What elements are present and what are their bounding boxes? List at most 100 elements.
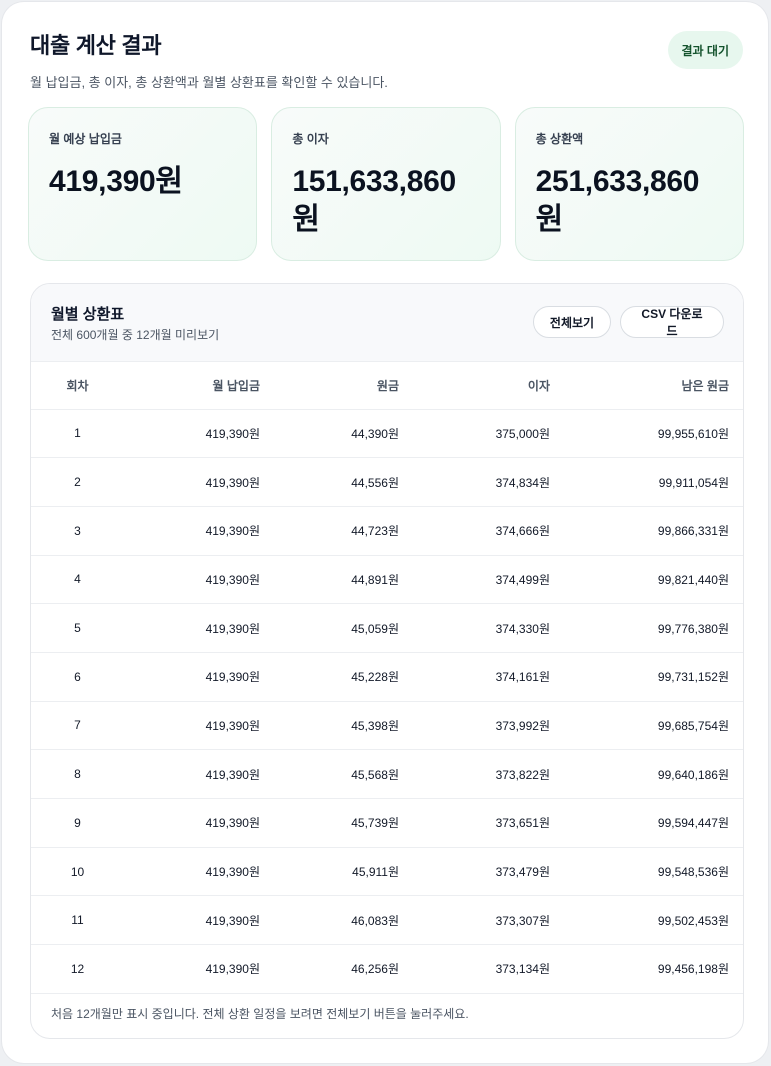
cell-interest: 374,330원 bbox=[399, 603, 550, 653]
cell-principal: 46,083원 bbox=[260, 895, 399, 946]
schedule-header: 월별 상환표 전체 600개월 중 12개월 미리보기 전체보기 CSV 다운로… bbox=[31, 284, 743, 362]
cell-remaining: 99,911,054원 bbox=[550, 457, 743, 507]
cell-installment: 10 bbox=[31, 847, 124, 897]
table-row: 4 419,390원 44,891원 374,499원 99,821,440원 bbox=[31, 555, 743, 605]
column-header-principal: 원금 bbox=[260, 362, 399, 410]
schedule-title: 월별 상환표 bbox=[51, 306, 125, 323]
cell-interest: 373,134원 bbox=[399, 944, 550, 994]
cell-installment: 7 bbox=[31, 701, 124, 751]
cell-remaining: 99,548,536원 bbox=[550, 847, 743, 897]
table-row: 9 419,390원 45,739원 373,651원 99,594,447원 bbox=[31, 798, 743, 848]
cell-installment: 2 bbox=[31, 457, 124, 507]
view-all-button[interactable]: 전체보기 bbox=[533, 306, 611, 338]
cell-installment: 5 bbox=[31, 603, 124, 653]
cell-installment: 3 bbox=[31, 506, 124, 556]
cell-remaining: 99,776,380원 bbox=[550, 603, 743, 653]
cell-payment: 419,390원 bbox=[124, 895, 260, 946]
result-card: 대출 계산 결과 월 납입금, 총 이자, 총 상환액과 월별 상환표를 확인할… bbox=[2, 2, 768, 1063]
column-header-installment: 회차 bbox=[31, 362, 124, 410]
cell-principal: 44,390원 bbox=[260, 409, 399, 459]
cell-installment: 9 bbox=[31, 798, 124, 848]
column-header-interest: 이자 bbox=[399, 362, 550, 410]
cell-interest: 373,822원 bbox=[399, 749, 550, 799]
summary-label: 총 이자 bbox=[292, 132, 329, 146]
cell-interest: 374,666원 bbox=[399, 506, 550, 556]
table-row: 6 419,390원 45,228원 374,161원 99,731,152원 bbox=[31, 652, 743, 702]
cell-principal: 45,228원 bbox=[260, 652, 399, 702]
summary-value: 251,633,860원 bbox=[535, 165, 700, 236]
cell-installment: 8 bbox=[31, 749, 124, 799]
cell-interest: 374,161원 bbox=[399, 652, 550, 702]
cell-installment: 11 bbox=[31, 895, 124, 946]
cell-interest: 373,479원 bbox=[399, 847, 550, 897]
cell-remaining: 99,685,754원 bbox=[550, 701, 743, 751]
cell-payment: 419,390원 bbox=[124, 506, 260, 556]
cell-interest: 373,992원 bbox=[399, 701, 550, 751]
cell-payment: 419,390원 bbox=[124, 409, 260, 459]
table-row: 2 419,390원 44,556원 374,834원 99,911,054원 bbox=[31, 457, 743, 507]
cell-remaining: 99,594,447원 bbox=[550, 798, 743, 848]
cell-payment: 419,390원 bbox=[124, 847, 260, 897]
cell-principal: 46,256원 bbox=[260, 944, 399, 994]
cell-interest: 373,651원 bbox=[399, 798, 550, 848]
cell-principal: 44,723원 bbox=[260, 506, 399, 556]
table-row: 3 419,390원 44,723원 374,666원 99,866,331원 bbox=[31, 506, 743, 556]
cell-installment: 6 bbox=[31, 652, 124, 702]
cell-remaining: 99,866,331원 bbox=[550, 506, 743, 556]
csv-download-button[interactable]: CSV 다운로드 bbox=[620, 306, 724, 338]
cell-remaining: 99,821,440원 bbox=[550, 555, 743, 605]
cell-remaining: 99,731,152원 bbox=[550, 652, 743, 702]
cell-principal: 44,891원 bbox=[260, 555, 399, 605]
cell-installment: 4 bbox=[31, 555, 124, 605]
cell-payment: 419,390원 bbox=[124, 944, 260, 994]
cell-payment: 419,390원 bbox=[124, 457, 260, 507]
page-title: 대출 계산 결과 bbox=[30, 33, 162, 58]
cell-payment: 419,390원 bbox=[124, 652, 260, 702]
cell-installment: 1 bbox=[31, 409, 124, 459]
summary-label: 총 상환액 bbox=[535, 132, 584, 146]
summary-card-total-repayment: 총 상환액 251,633,860원 bbox=[514, 107, 744, 261]
cell-interest: 375,000원 bbox=[399, 409, 550, 459]
page-subtitle: 월 납입금, 총 이자, 총 상환액과 월별 상환표를 확인할 수 있습니다. bbox=[30, 75, 388, 90]
table-row: 5 419,390원 45,059원 374,330원 99,776,380원 bbox=[31, 603, 743, 653]
table-row: 1 419,390원 44,390원 375,000원 99,955,610원 bbox=[31, 409, 743, 459]
table-row: 10 419,390원 45,911원 373,479원 99,548,536원 bbox=[31, 847, 743, 897]
table-header-row: 회차 월 납입금 원금 이자 남은 원금 bbox=[31, 362, 743, 410]
schedule-panel: 월별 상환표 전체 600개월 중 12개월 미리보기 전체보기 CSV 다운로… bbox=[30, 283, 744, 1039]
cell-interest: 374,499원 bbox=[399, 555, 550, 605]
cell-principal: 45,059원 bbox=[260, 603, 399, 653]
summary-card-monthly-payment: 월 예상 납입금 419,390원 bbox=[28, 107, 258, 261]
table-row: 12 419,390원 46,256원 373,134원 99,456,198원 bbox=[31, 944, 743, 994]
schedule-subtitle: 전체 600개월 중 12개월 미리보기 bbox=[51, 328, 220, 342]
cell-principal: 45,568원 bbox=[260, 749, 399, 799]
column-header-payment: 월 납입금 bbox=[124, 362, 260, 410]
status-badge: 결과 대기 bbox=[667, 31, 743, 69]
cell-payment: 419,390원 bbox=[124, 798, 260, 848]
summary-value: 151,633,860원 bbox=[292, 165, 456, 236]
summary-card-total-interest: 총 이자 151,633,860원 bbox=[271, 107, 501, 261]
table-row: 8 419,390원 45,568원 373,822원 99,640,186원 bbox=[31, 749, 743, 799]
cell-remaining: 99,640,186원 bbox=[550, 749, 743, 799]
column-header-remaining: 남은 원금 bbox=[550, 362, 743, 410]
cell-payment: 419,390원 bbox=[124, 603, 260, 653]
cell-remaining: 99,955,610원 bbox=[550, 409, 743, 459]
cell-principal: 45,398원 bbox=[260, 701, 399, 751]
summary-value: 419,390원 bbox=[49, 165, 183, 198]
schedule-table-body: 1 419,390원 44,390원 375,000원 99,955,610원 2 419,… bbox=[31, 409, 743, 994]
summary-label: 월 예상 납입금 bbox=[49, 132, 122, 146]
cell-installment: 12 bbox=[31, 944, 124, 994]
summary-row: 월 예상 납입금 419,390원 총 이자 151,633,860원 총 상환… bbox=[28, 107, 744, 261]
cell-payment: 419,390원 bbox=[124, 749, 260, 799]
cell-remaining: 99,456,198원 bbox=[550, 944, 743, 994]
cell-payment: 419,390원 bbox=[124, 555, 260, 605]
footer-note: 처음 12개월만 표시 중입니다. 전체 상환 일정을 보려면 전체보기 버튼을… bbox=[51, 1007, 469, 1021]
cell-principal: 45,911원 bbox=[260, 847, 399, 897]
cell-remaining: 99,502,453원 bbox=[550, 895, 743, 946]
cell-interest: 373,307원 bbox=[399, 895, 550, 946]
result-header: 대출 계산 결과 월 납입금, 총 이자, 총 상환액과 월별 상환표를 확인할… bbox=[30, 28, 740, 91]
cell-payment: 419,390원 bbox=[124, 701, 260, 751]
table-row: 7 419,390원 45,398원 373,992원 99,685,754원 bbox=[31, 701, 743, 751]
table-row: 11 419,390원 46,083원 373,307원 99,502,453원 bbox=[31, 895, 743, 946]
cell-principal: 44,556원 bbox=[260, 457, 399, 507]
cell-principal: 45,739원 bbox=[260, 798, 399, 848]
